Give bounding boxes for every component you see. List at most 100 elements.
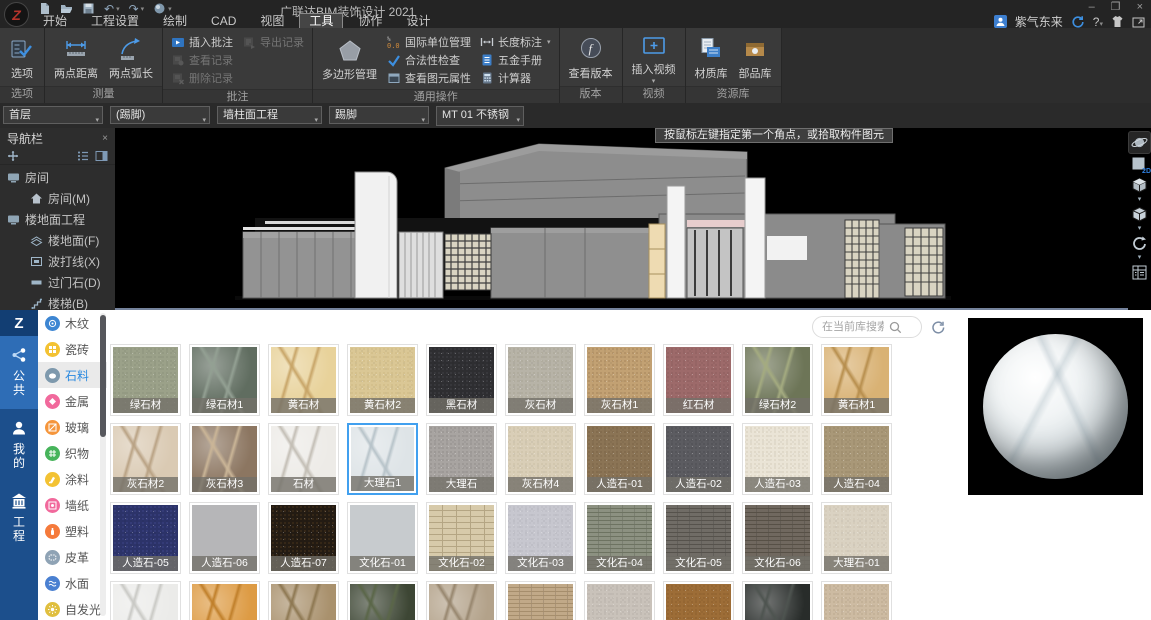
viewtool-cube-view-icon[interactable] <box>1129 204 1150 225</box>
material-swatch-黄石材1[interactable]: 黄石材1 <box>821 344 892 416</box>
material-swatch-绿石材2[interactable]: 绿石材2 <box>742 344 813 416</box>
selector-dropdown-4[interactable]: 踢脚▾ <box>329 106 429 124</box>
material-swatch-灰石材[interactable]: 灰石材 <box>505 344 576 416</box>
ribbon-button-插入批注[interactable]: 插入批注 <box>168 33 236 51</box>
ribbon-button-国际单位管理[interactable]: %0.0国际单位管理 <box>384 33 474 51</box>
nav-item-房间(M)[interactable]: 房间(M) <box>0 188 115 209</box>
material-swatch-灰石材3[interactable]: 灰石材3 <box>189 423 260 495</box>
ribbon-button-材质库[interactable]: 材质库 <box>691 34 732 81</box>
menu-tab-工具[interactable]: 工具 <box>299 13 343 29</box>
ribbon-button-插入视频[interactable]: 插入视频▾ <box>628 30 680 84</box>
menu-tab-视图[interactable]: 视图 <box>251 14 293 29</box>
nav-item-波打线(X)[interactable]: 波打线(X) <box>0 251 115 272</box>
material-swatch[interactable] <box>742 581 813 620</box>
material-swatch-黄石材2[interactable]: 黄石材2 <box>347 344 418 416</box>
selector-dropdown-3[interactable]: 墙柱面工程▾ <box>217 106 322 124</box>
selector-dropdown-2[interactable]: (踢脚)▾ <box>110 106 210 124</box>
category-自发光[interactable]: 自发光 <box>38 596 107 620</box>
category-石料[interactable]: 石料 <box>38 362 107 388</box>
material-swatch-文化石-05[interactable]: 文化石-05 <box>663 502 734 574</box>
material-swatch[interactable] <box>584 581 655 620</box>
help-button[interactable]: ?▾ <box>1093 15 1103 29</box>
material-swatch-灰石材1[interactable]: 灰石材1 <box>584 344 655 416</box>
avatar[interactable] <box>994 15 1007 28</box>
theme-icon[interactable] <box>1111 15 1124 28</box>
viewtool-rotate-view-icon[interactable] <box>1129 233 1150 254</box>
material-swatch-人造石-06[interactable]: 人造石-06 <box>189 502 260 574</box>
category-木纹[interactable]: 木纹 <box>38 310 107 336</box>
viewtool-schedule-icon[interactable] <box>1129 262 1150 283</box>
nav-item-过门石(D)[interactable]: 过门石(D) <box>0 272 115 293</box>
material-swatch-灰石材2[interactable]: 灰石材2 <box>110 423 181 495</box>
menu-tab-协作[interactable]: 协作 <box>349 14 391 29</box>
menu-tab-设计[interactable]: 设计 <box>397 14 439 29</box>
search-input[interactable] <box>820 320 886 334</box>
material-swatch-灰石材4[interactable]: 灰石材4 <box>505 423 576 495</box>
material-swatch-黄石材[interactable]: 黄石材 <box>268 344 339 416</box>
material-swatch-大理石1[interactable]: 大理石1 <box>347 423 418 495</box>
viewport-3d[interactable]: 按鼠标左键指定第一个角点，或拾取构件图元 <box>115 128 1128 310</box>
ribbon-button-查看版本[interactable]: f查看版本 <box>565 34 617 81</box>
ribbon-button-多边形管理[interactable]: 多边形管理 <box>318 35 381 82</box>
app-logo[interactable]: Z <box>4 2 29 27</box>
category-织物[interactable]: 织物 <box>38 440 107 466</box>
material-swatch[interactable] <box>189 581 260 620</box>
category-水面[interactable]: 水面 <box>38 570 107 596</box>
material-swatch-人造石-03[interactable]: 人造石-03 <box>742 423 813 495</box>
material-swatch-人造石-05[interactable]: 人造石-05 <box>110 502 181 574</box>
ribbon-button-选项[interactable]: 选项 <box>5 34 39 81</box>
ribbon-button-部品库[interactable]: 部品库 <box>735 34 776 81</box>
material-swatch-大理石[interactable]: 大理石 <box>426 423 497 495</box>
material-swatch[interactable] <box>821 581 892 620</box>
library-tab-工程[interactable]: 工程 <box>0 482 38 555</box>
panel-toggle-icon[interactable] <box>1132 15 1145 28</box>
ribbon-button-两点弧长[interactable]: 两点弧长 <box>105 34 157 81</box>
minimize-button[interactable]: – <box>1089 0 1095 14</box>
nav-list-icon[interactable] <box>76 149 89 162</box>
nav-item-楼梯(B)[interactable]: 楼梯(B) <box>0 293 115 310</box>
material-swatch[interactable] <box>663 581 734 620</box>
material-swatch-人造石-07[interactable]: 人造石-07 <box>268 502 339 574</box>
material-preview-viewport[interactable] <box>968 318 1143 495</box>
material-swatch-人造石-04[interactable]: 人造石-04 <box>821 423 892 495</box>
ribbon-button-五金手册[interactable]: 五金手册 <box>477 51 554 69</box>
category-涂料[interactable]: 涂料 <box>38 466 107 492</box>
category-皮革[interactable]: 皮革 <box>38 544 107 570</box>
material-swatch-黑石材[interactable]: 黑石材 <box>426 344 497 416</box>
nav-panel-icon[interactable] <box>95 149 108 162</box>
material-swatch-人造石-01[interactable]: 人造石-01 <box>584 423 655 495</box>
nav-move-icon[interactable] <box>7 150 19 162</box>
nav-group-楼地面工程[interactable]: 楼地面工程 <box>0 209 115 230</box>
viewtool-cube-home-icon[interactable] <box>1129 175 1150 196</box>
library-tab-我的[interactable]: 我的 <box>0 409 38 482</box>
selector-dropdown-1[interactable]: 首层▾ <box>3 106 103 124</box>
material-swatch-文化石-03[interactable]: 文化石-03 <box>505 502 576 574</box>
maximize-button[interactable]: ❐ <box>1111 0 1121 14</box>
viewtool-view-2d-icon[interactable]: 2D <box>1129 154 1150 175</box>
search-icon[interactable] <box>889 321 902 334</box>
refresh-icon[interactable] <box>931 320 946 335</box>
category-塑料[interactable]: 塑料 <box>38 518 107 544</box>
material-swatch-文化石-01[interactable]: 文化石-01 <box>347 502 418 574</box>
material-swatch[interactable] <box>268 581 339 620</box>
nav-group-房间[interactable]: 房间 <box>0 167 115 188</box>
category-scrollbar[interactable] <box>100 313 106 616</box>
ribbon-button-两点距离[interactable]: 两点距离 <box>50 34 102 81</box>
material-swatch-大理石-01[interactable]: 大理石-01 <box>821 502 892 574</box>
menu-tab-开始[interactable]: 开始 <box>34 14 76 29</box>
ribbon-button-长度标注[interactable]: 长度标注▾ <box>477 33 554 51</box>
material-swatch-绿石材1[interactable]: 绿石材1 <box>189 344 260 416</box>
material-swatch[interactable] <box>505 581 576 620</box>
material-swatch-石材[interactable]: 石材 <box>268 423 339 495</box>
ribbon-button-查看图元属性[interactable]: 查看图元属性 <box>384 69 474 87</box>
material-swatch-文化石-06[interactable]: 文化石-06 <box>742 502 813 574</box>
library-tab-公共[interactable]: 公共 <box>0 336 38 409</box>
sync-icon[interactable] <box>1071 15 1085 29</box>
ribbon-button-合法性检查[interactable]: 合法性检查 <box>384 51 474 69</box>
material-swatch-文化石-04[interactable]: 文化石-04 <box>584 502 655 574</box>
category-墙纸[interactable]: 墙纸 <box>38 492 107 518</box>
material-swatch[interactable] <box>110 581 181 620</box>
material-swatch-人造石-02[interactable]: 人造石-02 <box>663 423 734 495</box>
category-瓷砖[interactable]: 瓷砖 <box>38 336 107 362</box>
material-swatch-红石材[interactable]: 红石材 <box>663 344 734 416</box>
